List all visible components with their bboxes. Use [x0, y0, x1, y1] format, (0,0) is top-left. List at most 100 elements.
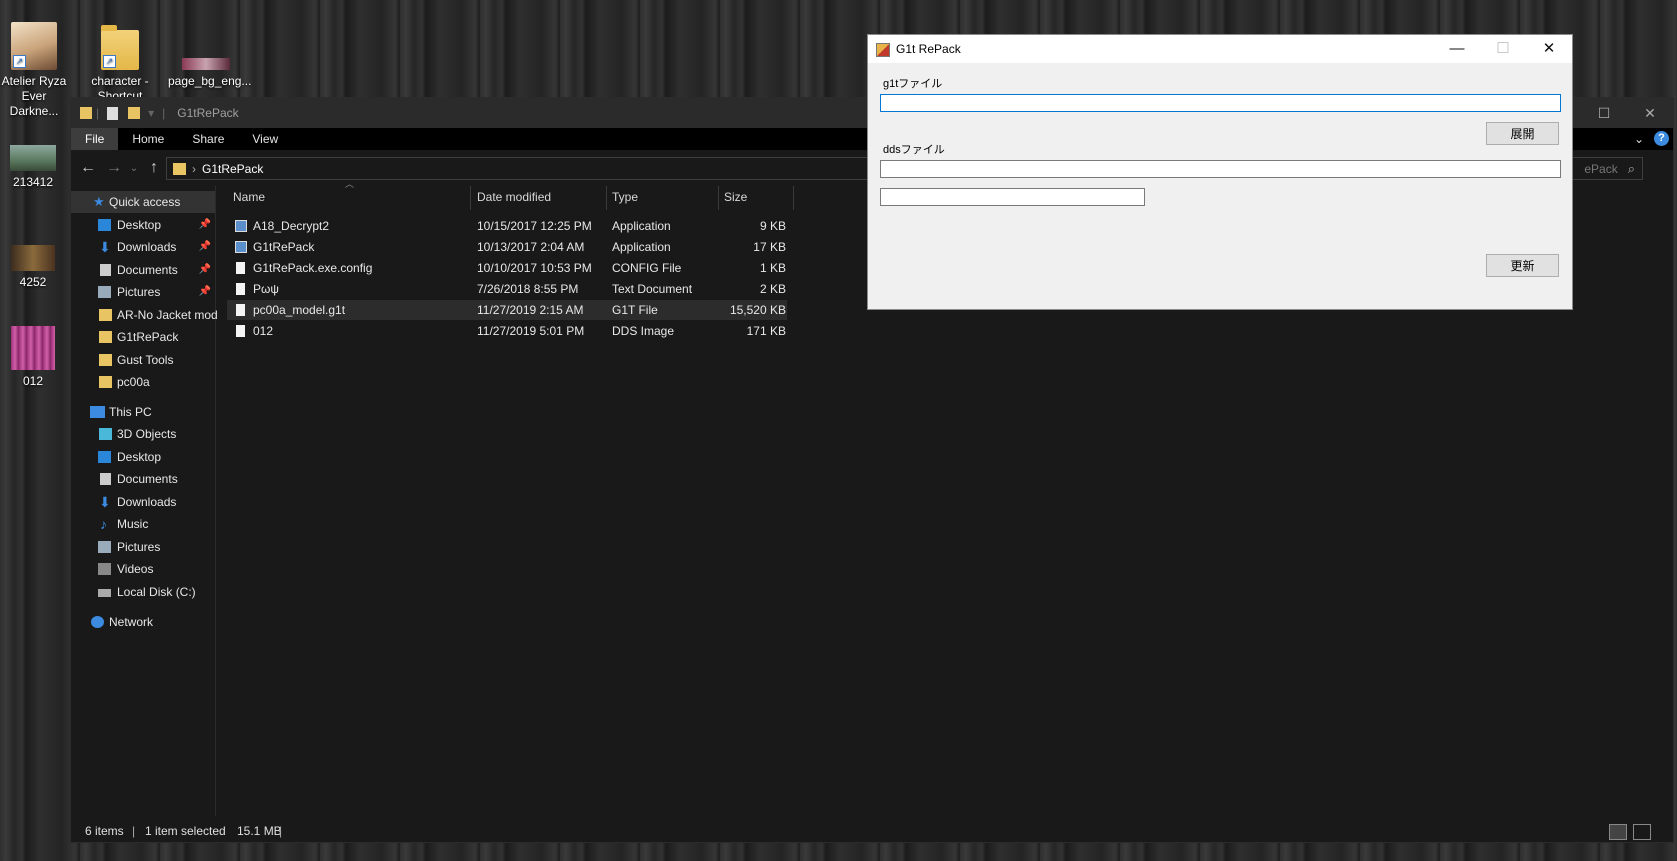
nav-pc-local-disk[interactable]: Local Disk (C:) — [71, 581, 215, 603]
desktop-icon-label: 213412 — [12, 175, 54, 189]
folder-icon — [99, 309, 112, 321]
nav-quick-g1trepack[interactable]: G1tRePack — [71, 326, 215, 348]
nav-quick-gust-tools[interactable]: Gust Tools — [71, 349, 215, 371]
file-size: 2 KB — [759, 282, 786, 296]
tab-home[interactable]: Home — [118, 128, 178, 150]
table-row[interactable]: G1tRePack.exe.config 10/10/2017 10:53 PM… — [227, 258, 787, 278]
nav-this-pc[interactable]: This PC — [71, 401, 215, 423]
nav-quick-downloads[interactable]: ⬇ Downloads 📌 — [71, 236, 215, 258]
file-name: 012 — [253, 324, 274, 338]
new-folder-icon[interactable] — [128, 107, 141, 119]
desktop-icon-012[interactable]: 012 — [0, 326, 71, 389]
nav-pc-downloads[interactable]: ⬇ Downloads — [71, 491, 215, 513]
selection-count: 1 item selected — [145, 824, 226, 838]
g1t-file-field[interactable] — [880, 94, 1561, 112]
desktop-icon-atelier-ryza[interactable]: ↗ Atelier Ryza Ever Darkne... — [0, 22, 72, 119]
nav-pc-3d-objects[interactable]: 3D Objects — [71, 423, 215, 445]
table-row-selected[interactable]: pc00a_model.g1t 11/27/2019 2:15 AM G1T F… — [227, 300, 787, 320]
file-name: A18_Decrypt2 — [253, 219, 330, 233]
folder-icon — [173, 162, 186, 175]
breadcrumb[interactable]: G1tRePack — [202, 162, 263, 176]
desktop-icon-label: 4252 — [19, 275, 47, 289]
image-thumbnail-icon — [10, 145, 56, 171]
nav-quick-pictures[interactable]: Pictures 📌 — [71, 281, 215, 303]
expand-button[interactable]: 展開 — [1486, 122, 1559, 145]
game-shortcut-icon: ↗ — [11, 22, 57, 70]
file-date: 10/15/2017 12:25 PM — [477, 219, 592, 233]
nav-quick-ar-no-jacket-mod[interactable]: AR-No Jacket mod — [71, 304, 218, 326]
column-header-size[interactable]: Size — [724, 186, 784, 208]
update-button[interactable]: 更新 — [1486, 254, 1559, 277]
close-button[interactable]: ✕ — [1627, 98, 1673, 128]
nav-quick-documents[interactable]: Documents 📌 — [71, 259, 215, 281]
video-icon — [98, 563, 111, 575]
column-header-date[interactable]: Date modified — [477, 186, 602, 208]
tab-view[interactable]: View — [238, 128, 292, 150]
file-icon — [236, 262, 245, 274]
close-button[interactable]: ✕ — [1526, 35, 1572, 63]
recent-locations-chevron-icon[interactable]: ⌄ — [127, 163, 141, 174]
app-icon — [876, 43, 890, 57]
forward-arrow-icon[interactable]: → — [101, 159, 127, 177]
details-view-icon[interactable] — [1609, 824, 1627, 840]
desktop-icon-character-shortcut[interactable]: ↗ character - Shortcut — [82, 25, 158, 104]
status-bar: 6 items | 1 item selected 15.1 MB | — [71, 820, 1673, 842]
nav-pc-videos[interactable]: Videos — [71, 558, 215, 580]
expand-ribbon-chevron-icon[interactable]: ⌄ — [1634, 132, 1644, 146]
desktop-icon-213412[interactable]: 213412 — [0, 133, 71, 190]
column-header-type[interactable]: Type — [612, 186, 712, 208]
secondary-text-field[interactable] — [880, 188, 1145, 206]
large-icons-view-icon[interactable] — [1633, 824, 1651, 840]
file-size: 171 KB — [746, 324, 786, 338]
file-type: Application — [612, 219, 671, 233]
table-row[interactable]: Ρωψ 7/26/2018 8:55 PM Text Document 2 KB — [227, 279, 787, 299]
nav-quick-access[interactable]: ★ Quick access — [71, 191, 215, 213]
file-date: 10/13/2017 2:04 AM — [477, 240, 585, 254]
pictures-icon — [98, 541, 111, 553]
nav-quick-desktop[interactable]: Desktop 📌 — [71, 214, 215, 236]
desktop-icon-4252[interactable]: 4252 — [0, 233, 71, 290]
navigation-pane: ★ Quick access Desktop 📌 ⬇ Downloads 📌 D… — [71, 186, 218, 816]
selection-size: 15.1 MB — [237, 824, 282, 838]
search-icon[interactable]: ⌕ — [1628, 161, 1635, 177]
nav-pc-desktop[interactable]: Desktop — [71, 446, 215, 468]
app-icon — [235, 241, 247, 253]
dds-file-field[interactable] — [880, 160, 1561, 178]
nav-network[interactable]: Network — [71, 611, 215, 633]
tab-share[interactable]: Share — [178, 128, 238, 150]
table-row[interactable]: A18_Decrypt2 10/15/2017 12:25 PM Applica… — [227, 216, 787, 236]
dialog-title: G1t RePack — [896, 42, 961, 56]
properties-icon[interactable] — [107, 106, 119, 120]
table-row[interactable]: 012 11/27/2019 5:01 PM DDS Image 171 KB — [227, 321, 787, 341]
tab-file[interactable]: File — [71, 128, 119, 150]
up-arrow-icon[interactable]: ↑ — [141, 159, 167, 177]
desktop-icon-page-bg[interactable]: page_bg_eng... — [168, 40, 251, 89]
image-thumbnail-icon — [182, 58, 230, 70]
nav-pc-music[interactable]: ♪ Music — [71, 513, 215, 535]
folder-icon: ↗ — [101, 25, 139, 70]
column-header-name[interactable]: Name — [233, 186, 463, 208]
file-type: CONFIG File — [612, 261, 682, 275]
file-name: G1tRePack.exe.config — [253, 261, 373, 275]
minimize-button[interactable]: — — [1434, 35, 1480, 63]
folder-icon — [99, 354, 112, 366]
app-icon — [235, 220, 247, 232]
star-icon: ★ — [93, 194, 105, 209]
breadcrumb-chevron-icon[interactable]: › — [192, 162, 196, 176]
image-file-icon — [236, 325, 245, 337]
back-arrow-icon[interactable]: ← — [75, 159, 101, 177]
folder-icon — [99, 376, 112, 388]
maximize-button[interactable]: ☐ — [1581, 98, 1627, 128]
file-date: 7/26/2018 8:55 PM — [477, 282, 579, 296]
dds-file-label: ddsファイル — [883, 144, 945, 156]
nav-pc-documents[interactable]: Documents — [71, 468, 215, 490]
dialog-title-bar[interactable]: G1t RePack — ☐ ✕ — [868, 35, 1572, 63]
file-name: Ρωψ — [253, 282, 279, 296]
folder-icon — [99, 331, 112, 343]
nav-pc-pictures[interactable]: Pictures — [71, 536, 215, 558]
help-icon[interactable]: ? — [1654, 131, 1669, 146]
drive-icon — [98, 589, 111, 597]
table-row[interactable]: G1tRePack 10/13/2017 2:04 AM Application… — [227, 237, 787, 257]
network-icon — [91, 616, 104, 628]
nav-quick-pc00a[interactable]: pc00a — [71, 371, 215, 393]
